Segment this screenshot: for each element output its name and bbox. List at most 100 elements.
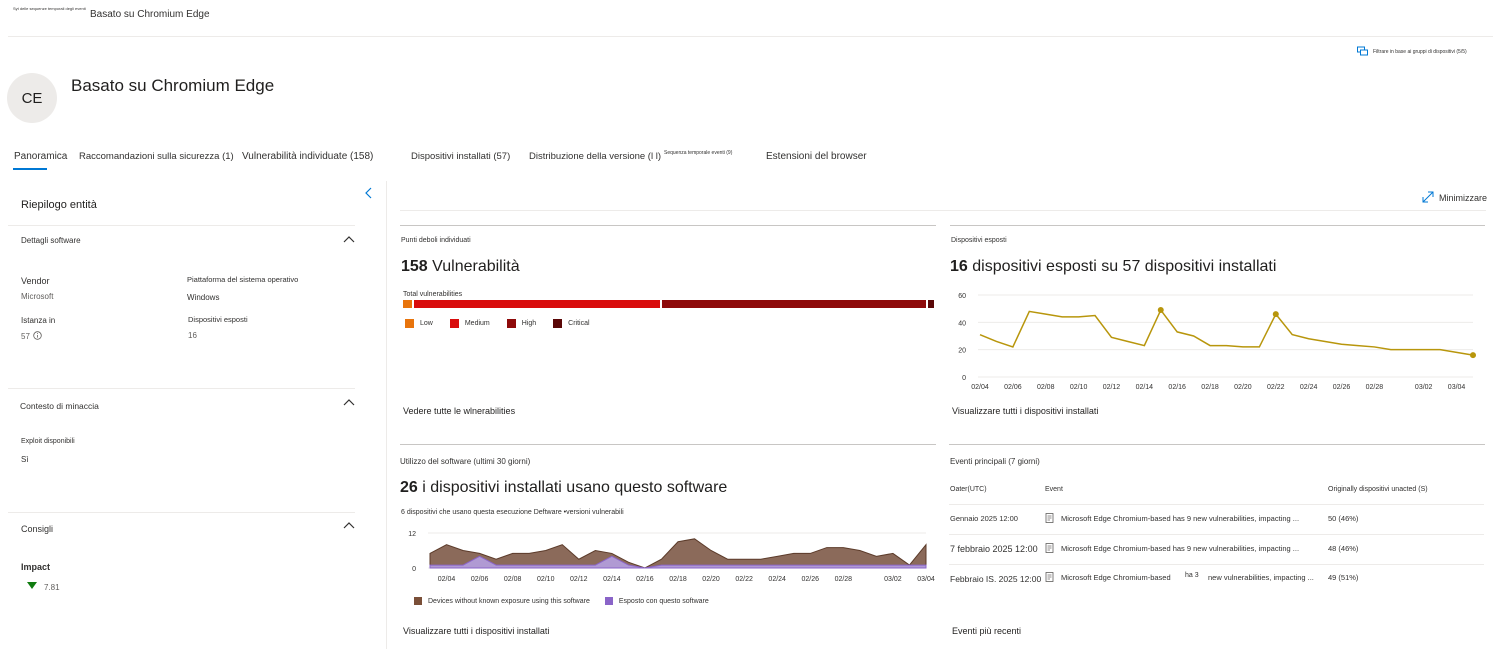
event-date: Febbraio IS. 2025 12:00 — [950, 574, 1042, 584]
tab-event-timeline[interactable]: Sequenza temporale eventi (9) — [664, 150, 732, 156]
exploits-label: Exploit disponibili — [21, 438, 75, 445]
usage-count-text: i dispositivi installati usano questo so… — [422, 479, 728, 496]
x-tick-label: 02/26 — [802, 576, 820, 583]
breadcrumb-parent-link[interactable]: Syt delle sequenze temporali degli event… — [13, 6, 86, 11]
advice-toggle[interactable] — [343, 521, 355, 532]
exposed-count-heading: 16 dispositivi esposti su 57 dispositivi… — [950, 258, 1276, 276]
col-header-originally-impacted[interactable]: Originally dispositivi unacted (S) — [1328, 486, 1428, 493]
x-tick-label: 03/02 — [884, 576, 902, 583]
x-tick-label: 02/20 — [702, 576, 720, 583]
data-point[interactable] — [1157, 307, 1164, 314]
exposed-count-text: dispositivi esposti su 57 dispositivi in… — [972, 258, 1277, 275]
minimize-label: Minimizzare — [1439, 193, 1488, 203]
event-report-icon — [1045, 572, 1054, 585]
collapse-panel-button[interactable] — [364, 186, 374, 203]
info-icon[interactable] — [33, 331, 42, 342]
x-tick-label: 02/16 — [636, 576, 654, 583]
x-tick-label: 02/20 — [1234, 384, 1252, 391]
x-tick-label: 02/24 — [1300, 384, 1318, 391]
x-tick-label: 02/24 — [768, 576, 786, 583]
exposed-devices-label: Dispositivi esposti — [188, 315, 248, 324]
os-platform-value: Windows — [187, 293, 220, 302]
section-divider — [8, 225, 355, 226]
view-installed-devices-link[interactable]: Visualizzare tutti i dispositivi install… — [952, 406, 1098, 416]
event-report-icon — [1045, 543, 1054, 556]
device-group-filter-button[interactable]: Filtrare in base ai gruppi di dispositiv… — [1357, 46, 1467, 58]
tab-installed-devices[interactable]: Dispositivi installati (57) — [411, 151, 510, 162]
card-top-border — [400, 225, 936, 226]
x-tick-label: 02/08 — [504, 576, 522, 583]
legend-exposed: Esposto con questo software — [604, 597, 709, 605]
col-header-event[interactable]: Event — [1045, 486, 1063, 493]
software-details-toggle[interactable] — [343, 235, 355, 246]
event-report-icon — [1045, 513, 1054, 526]
instances-value: 57 — [21, 332, 30, 341]
impact-value-row: 7.81 — [27, 582, 60, 592]
exposed-devices-line-chart: 0 20 40 60 02/04 02/06 02/08 02/10 02/12 02/14 02/… — [958, 293, 1476, 391]
data-point[interactable] — [1272, 311, 1279, 318]
latest-events-link[interactable]: Eventi più recenti — [952, 626, 1021, 636]
software-details-title: Dettagli software — [21, 236, 81, 245]
x-tick-label: 02/10 — [537, 576, 555, 583]
table-row[interactable]: Gennaio 2025 12:00 Microsoft Edge Chromi… — [949, 505, 1485, 534]
chevron-up-icon — [343, 236, 355, 243]
collapse-diagonal-icon — [1422, 191, 1434, 205]
legend-label: High — [521, 320, 537, 327]
device-group-filter-label: Filtrare in base ai gruppi di dispositiv… — [1373, 49, 1467, 55]
legend-swatch — [604, 597, 613, 605]
vendor-label: Vendor — [21, 276, 50, 286]
legend-swatch — [405, 319, 414, 328]
x-tick-label: 02/28 — [835, 576, 853, 583]
instances-label: Istanza in — [21, 316, 56, 325]
x-tick-label: 03/02 — [1415, 384, 1433, 391]
legend-swatch — [506, 319, 516, 328]
severity-segment-low[interactable] — [403, 300, 413, 308]
vuln-card-label: Punti deboli individuati — [401, 237, 471, 244]
series-area-0[interactable] — [429, 538, 927, 569]
severity-segment-critical[interactable] — [927, 300, 934, 308]
header-divider — [8, 36, 1493, 37]
table-row[interactable]: 7 febbraio 2025 12:00 Microsoft Edge Chr… — [949, 535, 1485, 564]
chevron-up-icon — [343, 522, 355, 529]
x-tick-label: 02/14 — [603, 576, 621, 583]
table-row[interactable]: Febbraio IS. 2025 12:00 Microsoft Edge C… — [949, 565, 1485, 594]
minimize-button[interactable]: Minimizzare — [1422, 191, 1487, 205]
section-divider — [8, 512, 355, 513]
legend-label: Devices without known exposure using thi… — [428, 597, 590, 605]
impact-label: Impact — [21, 562, 51, 572]
severity-segment-high[interactable] — [661, 300, 926, 308]
usage-count: 26 — [400, 479, 418, 496]
legend-label: Esposto con questo software — [618, 597, 709, 605]
event-description: Microsoft Edge Chromium-based has 9 new … — [1061, 514, 1300, 523]
event-description-count: ha 3 — [1185, 572, 1199, 579]
data-point[interactable] — [1470, 352, 1476, 359]
x-tick-label: 02/10 — [1070, 384, 1088, 391]
vuln-count-heading: 158 Vulnerabilità — [401, 258, 520, 276]
os-platform-label: Piattaforma del sistema operativo — [187, 275, 299, 284]
exposed-count: 16 — [950, 258, 968, 275]
exposed-card-label: Dispositivi esposti — [951, 237, 1007, 244]
series-line[interactable] — [979, 308, 1474, 356]
usage-subtitle: 6 dispositivi che usano questa esecuzion… — [401, 509, 624, 516]
tab-overview[interactable]: Panoramica — [14, 151, 67, 162]
tab-browser-extensions[interactable]: Estensioni del browser — [766, 151, 867, 162]
tab-discovered-vulnerabilities[interactable]: Vulnerabilità individuate (158) — [242, 151, 373, 162]
x-tick-label: 02/26 — [1333, 384, 1351, 391]
usage-card-label: Utilizzo del software (ultimi 30 giorni) — [400, 457, 531, 466]
vulnerability-severity-bar[interactable] — [403, 300, 934, 308]
event-date: 7 febbraio 2025 12:00 — [950, 544, 1038, 554]
y-tick-label: 12 — [408, 531, 416, 538]
y-tick-label: 0 — [412, 566, 416, 573]
severity-segment-medium[interactable] — [414, 300, 660, 308]
view-all-vulnerabilities-link[interactable]: Vedere tutte le wlnerabilities — [403, 406, 515, 416]
col-header-date[interactable]: Oater(UTC) — [950, 486, 987, 493]
usage-count-heading: 26 i dispositivi installati usano questo… — [400, 479, 727, 497]
x-tick-label: 02/22 — [1267, 384, 1285, 391]
event-description: Microsoft Edge Chromium-based — [1061, 573, 1171, 582]
tab-security-recommendations[interactable]: Raccomandazioni sulla sicurezza (1) — [79, 151, 234, 162]
threat-context-toggle[interactable] — [343, 398, 355, 409]
y-tick-label: 60 — [958, 293, 966, 300]
event-date: Gennaio 2025 12:00 — [950, 514, 1018, 523]
view-installed-devices-usage-link[interactable]: Visualizzare tutti i dispositivi install… — [403, 626, 549, 636]
tab-version-distribution[interactable]: Distribuzione della versione (l l) — [529, 151, 661, 162]
